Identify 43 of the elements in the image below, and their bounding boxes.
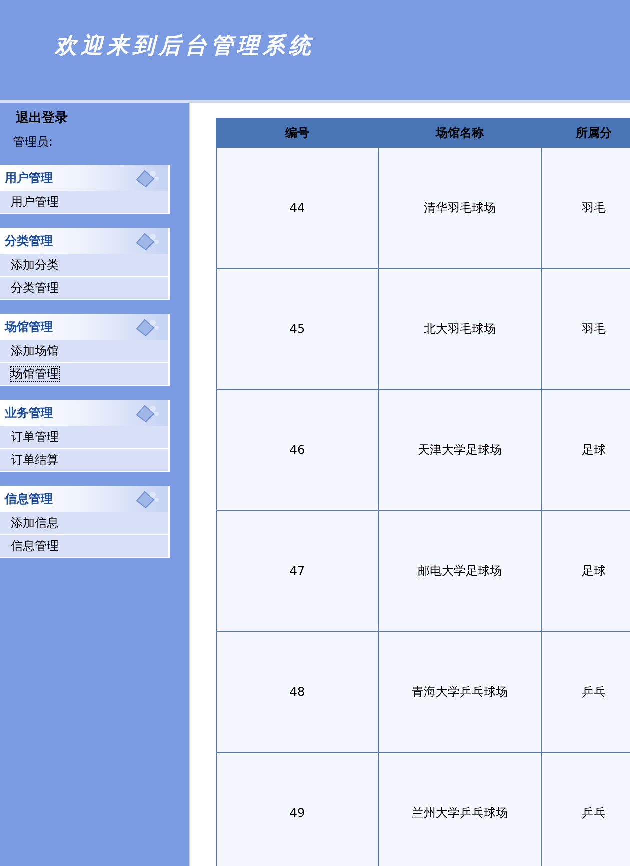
menu-item[interactable]: 订单管理 [0,426,170,449]
menu-group-title: 分类管理 [5,232,53,250]
diamond-icon [134,231,160,251]
table-cell: 45 [216,268,378,390]
table-cell: 天津大学足球场 [378,390,542,510]
table-cell: 46 [216,390,378,510]
table-cell: 羽毛 [542,148,630,268]
logout-link[interactable]: 退出登录 [16,109,68,127]
table-cell: 乒乓 [542,632,630,752]
table-cell: 北大羽毛球场 [378,268,542,390]
table-cell: 青海大学乒乓球场 [378,632,542,752]
menu-item[interactable]: 分类管理 [0,277,170,300]
column-header: 编号 [216,118,378,148]
menu-group-title: 信息管理 [5,490,53,508]
menu-item[interactable]: 场馆管理 [0,363,170,386]
diamond-icon [134,168,160,188]
menu-group-title: 业务管理 [5,404,53,422]
column-header: 场馆名称 [378,118,542,148]
menu-item[interactable]: 用户管理 [0,191,170,214]
table-cell: 足球 [542,390,630,510]
table-cell: 47 [216,510,378,632]
table-cell: 49 [216,752,378,866]
table-cell: 48 [216,632,378,752]
table-cell: 44 [216,148,378,268]
menu-group-title: 用户管理 [5,170,53,186]
system-title: 欢迎来到后台管理系统 [55,32,315,61]
column-header: 所属分 [542,118,630,148]
diamond-icon [134,403,160,423]
table-cell: 清华羽毛球场 [378,148,542,268]
menu-item[interactable]: 添加信息 [0,512,170,535]
table-cell: 足球 [542,510,630,632]
admin-label: 管理员: [13,134,54,151]
diamond-icon [134,317,160,337]
menu-item[interactable]: 添加场馆 [0,340,170,363]
table-cell: 兰州大学乒乓球场 [378,752,542,866]
menu-group-title: 场馆管理 [5,318,53,336]
table-cell: 羽毛 [542,268,630,390]
menu-item[interactable]: 添加分类 [0,254,170,277]
menu-item[interactable]: 信息管理 [0,535,170,558]
diamond-icon [134,489,160,509]
menu-item[interactable]: 订单结算 [0,449,170,472]
table-cell: 邮电大学足球场 [378,510,542,632]
table-cell: 乒乓 [542,752,630,866]
